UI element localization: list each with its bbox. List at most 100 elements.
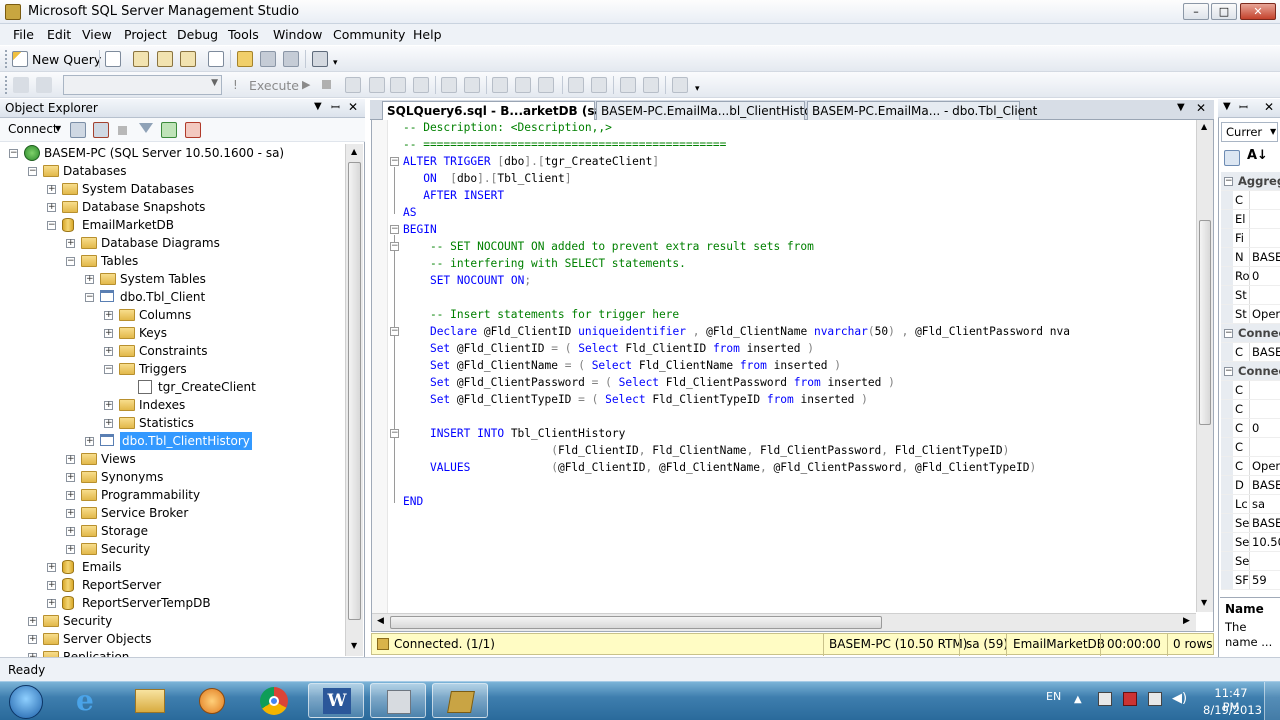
tree-node[interactable]: − Databases: [0, 162, 345, 180]
expand-node-icon[interactable]: +: [66, 473, 75, 482]
tree-node[interactable]: + Statistics: [0, 414, 345, 432]
ssms-icon[interactable]: [432, 683, 488, 718]
intellisense-icon[interactable]: [413, 77, 429, 93]
code-line[interactable]: ON [dbo].[Tbl_Client]: [403, 170, 571, 187]
chrome-icon[interactable]: [246, 683, 302, 718]
expand-node-icon[interactable]: +: [66, 509, 75, 518]
fold-collapse-icon[interactable]: −: [390, 157, 399, 166]
code-line[interactable]: END: [403, 493, 423, 510]
menu-tools[interactable]: Tools: [228, 27, 259, 42]
categorized-icon[interactable]: [1224, 150, 1240, 166]
execute-button[interactable]: Execute: [249, 78, 299, 93]
close-panel-icon[interactable]: ✕: [1264, 100, 1274, 114]
tree-node[interactable]: − BASEM-PC (SQL Server 10.50.1600 - sa): [0, 144, 345, 162]
fold-collapse-icon[interactable]: −: [390, 429, 399, 438]
menu-project[interactable]: Project: [124, 27, 167, 42]
property-row[interactable]: N BASE: [1221, 248, 1280, 267]
results-to-text-icon[interactable]: [492, 77, 508, 93]
code-line[interactable]: VALUES (@Fld_ClientID, @Fld_ClientName, …: [403, 459, 1036, 476]
property-row[interactable]: Se: [1221, 552, 1280, 571]
editor-vertical-scrollbar[interactable]: ▲ ▼: [1196, 120, 1213, 612]
property-row[interactable]: C: [1221, 400, 1280, 419]
expand-node-icon[interactable]: +: [104, 329, 113, 338]
cancel-query-icon[interactable]: [322, 80, 331, 89]
query-options-icon[interactable]: [390, 77, 406, 93]
new-query-icon[interactable]: [12, 51, 28, 67]
pin-icon[interactable]: ꟷ: [1239, 100, 1248, 115]
activity-monitor-icon[interactable]: [312, 51, 328, 67]
sql-code[interactable]: -- Description: <Description,,> -- ======…: [371, 120, 1196, 610]
menu-file[interactable]: File: [13, 27, 34, 42]
code-line[interactable]: (Fld_ClientID, Fld_ClientName, Fld_Clien…: [403, 442, 1009, 459]
menu-community[interactable]: Community: [333, 27, 405, 42]
code-line[interactable]: -- Description: <Description,,>: [403, 120, 612, 136]
expand-node-icon[interactable]: +: [47, 599, 56, 608]
collapse-category-icon[interactable]: −: [1224, 177, 1233, 186]
property-category[interactable]: −Connec: [1221, 324, 1280, 343]
display-plan-icon[interactable]: [369, 77, 385, 93]
activity-monitor-icon[interactable]: [185, 122, 201, 138]
toolbar-grip[interactable]: [5, 50, 9, 68]
tree-node[interactable]: + ReportServerTempDB: [0, 594, 345, 612]
include-plan-icon[interactable]: [441, 77, 457, 93]
maximize-button[interactable]: □: [1211, 3, 1237, 20]
show-desktop-button[interactable]: [1264, 682, 1280, 720]
word-icon[interactable]: W: [308, 683, 364, 718]
tree-node[interactable]: − EmailMarketDB: [0, 216, 345, 234]
property-row[interactable]: C: [1221, 191, 1280, 210]
tree-node[interactable]: + Indexes: [0, 396, 345, 414]
property-row[interactable]: St Oper: [1221, 305, 1280, 324]
menu-debug[interactable]: Debug: [177, 27, 218, 42]
collapse-node-icon[interactable]: −: [104, 365, 113, 374]
code-line[interactable]: -- SET NOCOUNT ON added to prevent extra…: [403, 238, 814, 255]
expand-node-icon[interactable]: +: [47, 203, 56, 212]
media-player-icon[interactable]: [184, 683, 240, 718]
connect-icon[interactable]: [13, 77, 29, 93]
client-stats-icon[interactable]: [464, 77, 480, 93]
tree-node[interactable]: + Constraints: [0, 342, 345, 360]
property-row[interactable]: C0: [1221, 419, 1280, 438]
code-line[interactable]: Set @Fld_ClientID = ( Select Fld_ClientI…: [403, 340, 814, 357]
expand-node-icon[interactable]: +: [66, 545, 75, 554]
toolbar-overflow-icon[interactable]: ▾: [333, 58, 338, 68]
tab-client-design[interactable]: BASEM-PC.EmailMa... - dbo.Tbl_Client: [807, 101, 1037, 120]
property-row[interactable]: C: [1221, 381, 1280, 400]
tree-node[interactable]: + Keys: [0, 324, 345, 342]
collapse-node-icon[interactable]: −: [28, 167, 37, 176]
new-query-button[interactable]: New Query: [32, 52, 101, 67]
windows-explorer-icon[interactable]: [122, 683, 178, 718]
fold-collapse-icon[interactable]: −: [390, 242, 399, 251]
tree-node[interactable]: − dbo.Tbl_Client: [0, 288, 345, 306]
expand-node-icon[interactable]: +: [47, 563, 56, 572]
expand-node-icon[interactable]: +: [104, 419, 113, 428]
expand-node-icon[interactable]: +: [66, 491, 75, 500]
tree-node[interactable]: + Columns: [0, 306, 345, 324]
results-to-grid-icon[interactable]: [515, 77, 531, 93]
scroll-right-icon[interactable]: ▶: [1183, 616, 1190, 626]
property-row[interactable]: C Oper: [1221, 457, 1280, 476]
code-line[interactable]: BEGIN: [403, 221, 437, 238]
action-center-icon[interactable]: [1123, 692, 1137, 706]
code-line[interactable]: -- interfering with SELECT statements.: [403, 255, 686, 272]
tree-node[interactable]: + Database Diagrams: [0, 234, 345, 252]
tree-node[interactable]: + Server Objects: [0, 630, 345, 648]
new-file-icon[interactable]: [105, 51, 121, 67]
tree-node[interactable]: + Emails: [0, 558, 345, 576]
collapse-node-icon[interactable]: −: [66, 257, 75, 266]
scrollbar-thumb[interactable]: [348, 162, 361, 620]
tree-node[interactable]: tgr_CreateClient: [0, 378, 345, 396]
scroll-up-icon[interactable]: ▲: [351, 147, 357, 156]
code-line[interactable]: Declare @Fld_ClientID uniqueidentifier ,…: [403, 323, 1070, 340]
menu-view[interactable]: View: [82, 27, 112, 42]
uncomment-icon[interactable]: [591, 77, 607, 93]
collapse-node-icon[interactable]: −: [9, 149, 18, 158]
code-line[interactable]: -- =====================================…: [403, 136, 726, 153]
expand-node-icon[interactable]: +: [104, 311, 113, 320]
scroll-left-icon[interactable]: ◀: [377, 616, 384, 626]
parse-icon[interactable]: [345, 77, 361, 93]
tree-node[interactable]: + Storage: [0, 522, 345, 540]
tree-node[interactable]: − Triggers: [0, 360, 345, 378]
open-file-icon[interactable]: [237, 51, 253, 67]
disconnect-icon[interactable]: [36, 77, 52, 93]
tree-node[interactable]: + Programmability: [0, 486, 345, 504]
